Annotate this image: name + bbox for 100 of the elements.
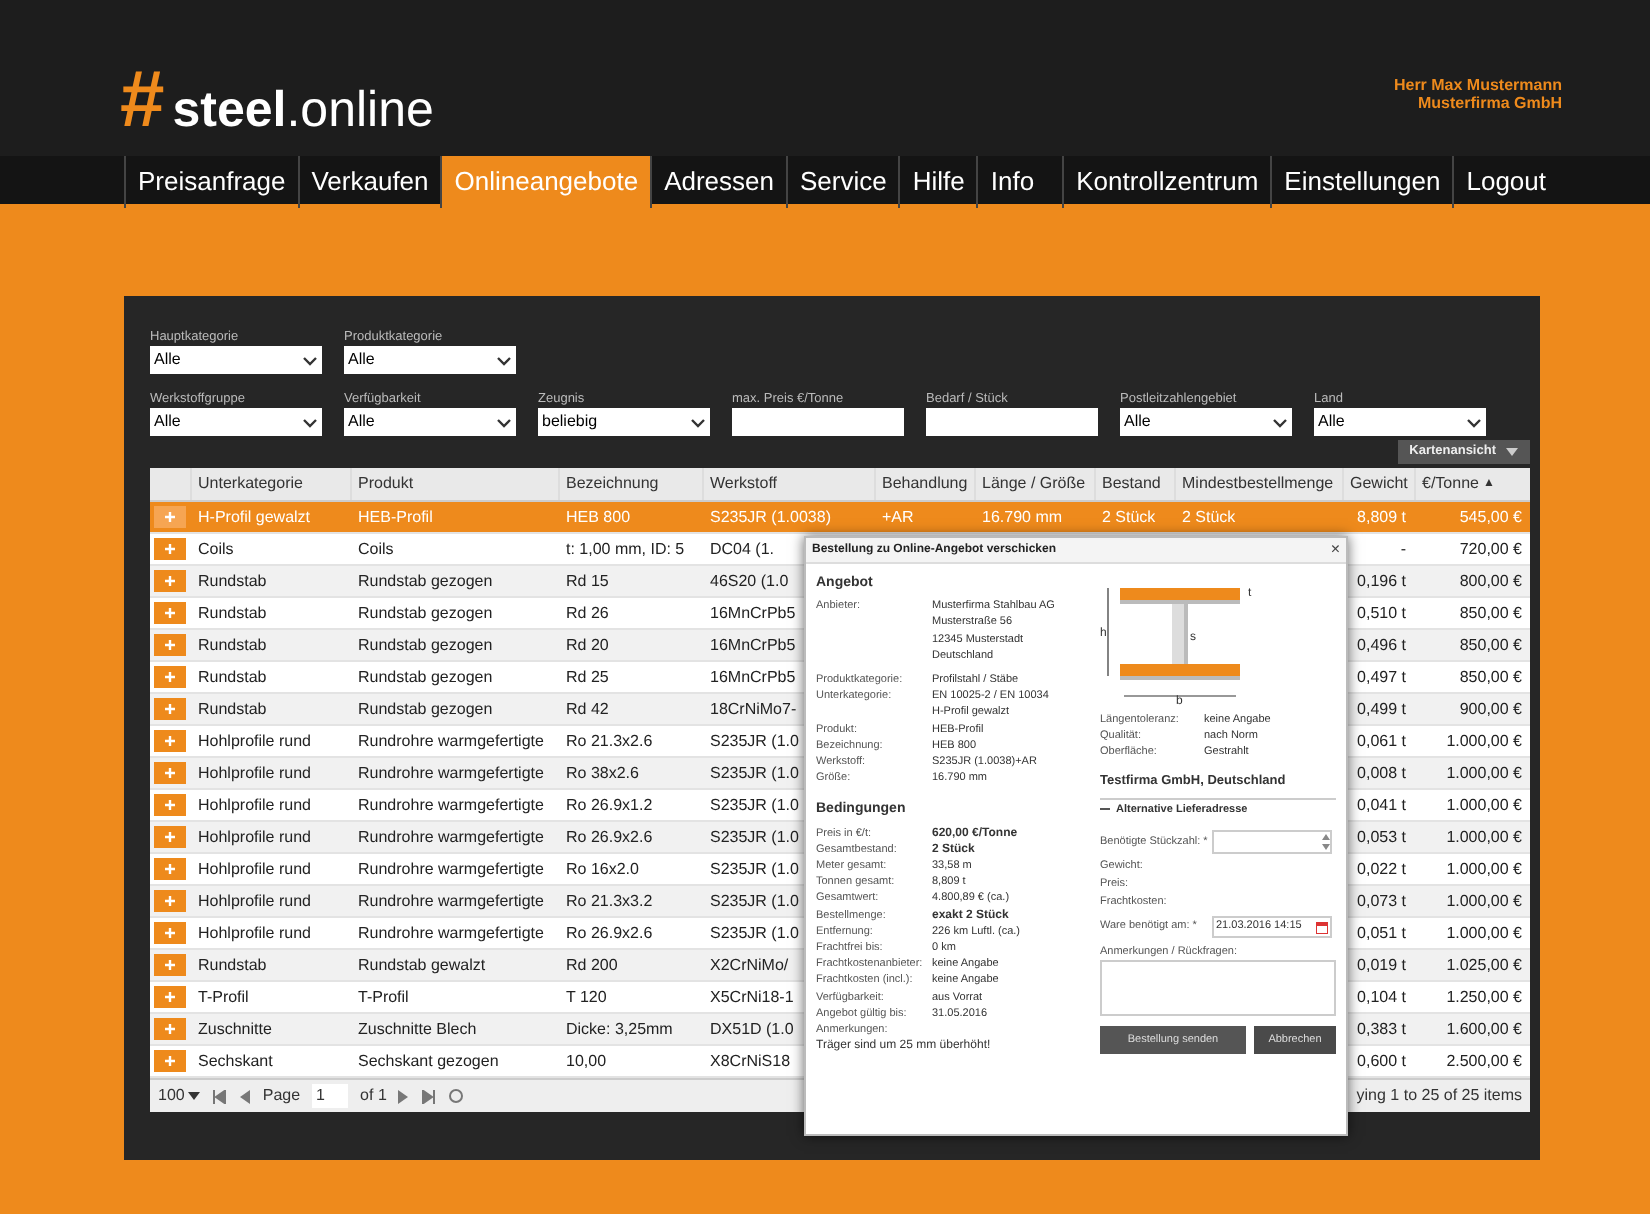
table-cell: 0,022 t	[1357, 859, 1406, 877]
table-cell: Rd 26	[566, 603, 609, 621]
table-cell: Rundstab	[198, 571, 267, 589]
table-cell: 1.600,00 €	[1446, 1019, 1522, 1037]
table-cell: 16.790 mm	[982, 507, 1063, 525]
table-cell: 0,499 t	[1357, 699, 1406, 717]
table-cell: 900,00 €	[1459, 699, 1522, 717]
table-cell: S235JR (1.0038)	[710, 507, 831, 525]
table-cell: Rundstab gezogen	[358, 667, 493, 685]
table-cell: 545,00 €	[1459, 507, 1522, 525]
table-cell: 18CrNiMo7-	[710, 699, 797, 717]
table-cell: Rundrohre warmgefertigte	[358, 795, 544, 813]
table-cell: HEB-Profil	[358, 507, 433, 525]
table-cell: Dicke: 3,25mm	[566, 1019, 673, 1037]
table-cell: Hohlprofile rund	[198, 795, 311, 813]
table-cell: Ro 26.9x2.6	[566, 827, 653, 845]
logo-text: .online	[286, 80, 434, 140]
table-cell: S235JR (1.0	[710, 923, 799, 941]
table-cell: S235JR (1.0	[710, 795, 799, 813]
table-cell: T-Profil	[198, 987, 249, 1005]
table-cell: Zuschnitte	[198, 1019, 272, 1037]
table-cell: 0,497 t	[1357, 667, 1406, 685]
table-cell: 850,00 €	[1459, 603, 1522, 621]
table-cell: Hohlprofile rund	[198, 763, 311, 781]
table-cell: 0,073 t	[1357, 891, 1406, 909]
table-cell: Rundstab	[198, 667, 267, 685]
table-cell: HEB 800	[566, 507, 631, 525]
table-cell: S235JR (1.0	[710, 763, 799, 781]
table-cell: Rundstab gewalzt	[358, 955, 486, 973]
table-cell: Ro 26.9x2.6	[566, 923, 653, 941]
paging-summary: ying 1 to 25 of 25 items	[1356, 1084, 1522, 1108]
table-cell: Zuschnitte Blech	[358, 1019, 477, 1037]
page-label: Page	[262, 1084, 301, 1108]
table-cell: 850,00 €	[1459, 635, 1522, 653]
table-cell: Sechskant	[198, 1051, 273, 1069]
table-cell: Hohlprofile rund	[198, 923, 311, 941]
table-cell: 720,00 €	[1459, 539, 1522, 557]
table-cell: S235JR (1.0	[710, 859, 799, 877]
table-cell: Coils	[198, 539, 234, 557]
table-cell: Rundstab gezogen	[358, 603, 493, 621]
table-cell: 1.000,00 €	[1446, 891, 1522, 909]
table-cell: 1.000,00 €	[1446, 763, 1522, 781]
table-cell: Rd 20	[566, 635, 609, 653]
table-cell: Rundstab gezogen	[358, 635, 493, 653]
table-cell: Rundrohre warmgefertigte	[358, 891, 544, 909]
table-cell: Rundrohre warmgefertigte	[358, 859, 544, 877]
table-cell: Ro 38x2.6	[566, 763, 639, 781]
table-cell: 800,00 €	[1459, 571, 1522, 589]
table-cell: S235JR (1.0	[710, 891, 799, 909]
table-cell: 850,00 €	[1459, 667, 1522, 685]
table-cell: S235JR (1.0	[710, 731, 799, 749]
logo-mark: #	[120, 60, 165, 140]
table-cell: 1.250,00 €	[1446, 987, 1522, 1005]
table-cell: Rundstab	[198, 955, 267, 973]
table-cell: T-Profil	[358, 987, 409, 1005]
table-cell: 8,809 t	[1357, 507, 1406, 525]
page-count: of 1	[360, 1084, 387, 1108]
table-cell: +AR	[882, 507, 914, 525]
table-cell: 0,061 t	[1357, 731, 1406, 749]
table-cell: 46S20 (1.0	[710, 571, 789, 589]
table-cell: 0,053 t	[1357, 827, 1406, 845]
table-cell: 1.000,00 €	[1446, 827, 1522, 845]
table-cell: Hohlprofile rund	[198, 891, 311, 909]
table-cell: X2CrNiMo/	[710, 955, 789, 973]
table-cell: 1.000,00 €	[1446, 731, 1522, 749]
table-cell: 0,510 t	[1357, 603, 1406, 621]
table-cell: 2.500,00 €	[1446, 1051, 1522, 1069]
table-cell: 16MnCrPb5	[710, 635, 796, 653]
table-cell: 10,00	[566, 1051, 607, 1069]
table-cell: 1.000,00 €	[1446, 795, 1522, 813]
table-cell: Hohlprofile rund	[198, 731, 311, 749]
table-cell: Rundstab gezogen	[358, 571, 493, 589]
table-cell: Rundstab	[198, 635, 267, 653]
table-cell: Rd 15	[566, 571, 609, 589]
table-cell: X8CrNiS18	[710, 1051, 791, 1069]
table-cell: 1.025,00 €	[1446, 955, 1522, 973]
table-cell: Hohlprofile rund	[198, 827, 311, 845]
table-cell: 0,051 t	[1357, 923, 1406, 941]
table-cell: Ro 26.9x1.2	[566, 795, 653, 813]
table-cell: Rd 200	[566, 955, 618, 973]
table-cell: Rd 25	[566, 667, 609, 685]
table-cell: 0,104 t	[1357, 987, 1406, 1005]
table-cell: Rundrohre warmgefertigte	[358, 763, 544, 781]
table-cell: Rd 42	[566, 699, 609, 717]
table-cell: 1.000,00 €	[1446, 923, 1522, 941]
table-cell: Rundstab gezogen	[358, 699, 493, 717]
table-cell: 2 Stück	[1182, 507, 1236, 525]
table-cell: X5CrNi18-1	[710, 987, 794, 1005]
table-cell: Ro 16x2.0	[566, 859, 639, 877]
table-cell: 16MnCrPb5	[710, 667, 796, 685]
table-cell: Rundrohre warmgefertigte	[358, 827, 544, 845]
table-cell: DC04 (1.	[710, 539, 775, 557]
table-cell: -	[1400, 539, 1406, 557]
table-cell: Ro 21.3x2.6	[566, 731, 653, 749]
table-cell: Coils	[358, 539, 394, 557]
table-cell: Rundrohre warmgefertigte	[358, 731, 544, 749]
table-cell: 1.000,00 €	[1446, 859, 1522, 877]
table-cell: Rundstab	[198, 603, 267, 621]
table-cell: 0,196 t	[1357, 571, 1406, 589]
table-cell: 0,041 t	[1357, 795, 1406, 813]
